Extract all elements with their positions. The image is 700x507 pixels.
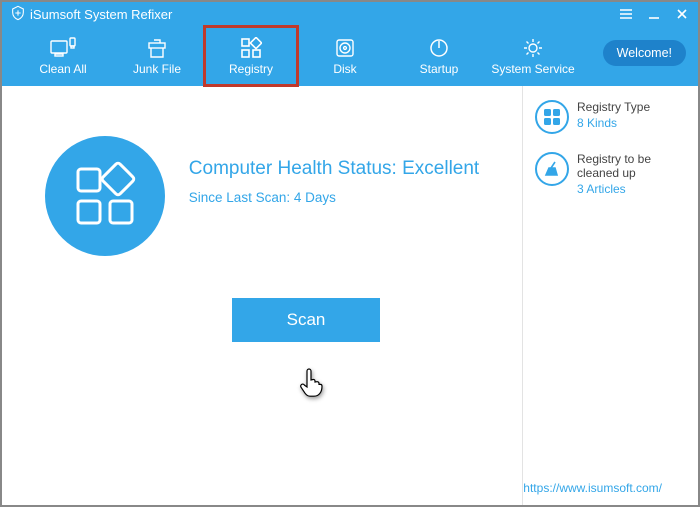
- close-icon[interactable]: [674, 6, 690, 22]
- nav-system-service[interactable]: System Service: [486, 26, 580, 86]
- navbar: Clean All Junk File Registry: [2, 26, 698, 86]
- window-controls: [618, 6, 690, 22]
- titlebar: iSumsoft System Refixer: [2, 2, 698, 26]
- system-service-icon: [522, 36, 544, 60]
- menu-icon[interactable]: [618, 6, 634, 22]
- status-block: Computer Health Status: Excellent Since …: [45, 136, 479, 256]
- cursor-hand-icon: [298, 368, 324, 403]
- clean-all-icon: [50, 36, 76, 60]
- side-value[interactable]: 8 Kinds: [577, 116, 650, 130]
- minimize-icon[interactable]: [646, 6, 662, 22]
- shield-icon: [10, 5, 26, 24]
- welcome-button[interactable]: Welcome!: [603, 40, 686, 66]
- main-pane: Computer Health Status: Excellent Since …: [2, 86, 522, 505]
- side-title: Registry to be cleaned up: [577, 152, 686, 180]
- nav-startup[interactable]: Startup: [392, 26, 486, 86]
- nav-label: Clean All: [39, 62, 86, 76]
- side-title: Registry Type: [577, 100, 650, 114]
- nav-junk-file[interactable]: Junk File: [110, 26, 204, 86]
- nav-label: Disk: [333, 62, 356, 76]
- junk-file-icon: [146, 36, 168, 60]
- side-item-to-clean: Registry to be cleaned up 3 Articles: [535, 152, 686, 196]
- nav-registry[interactable]: Registry: [204, 26, 298, 86]
- nav-disk[interactable]: Disk: [298, 26, 392, 86]
- startup-icon: [428, 36, 450, 60]
- nav-clean-all[interactable]: Clean All: [16, 26, 110, 86]
- header: iSumsoft System Refixer: [2, 2, 698, 86]
- status-subtext: Since Last Scan: 4 Days: [189, 190, 479, 205]
- side-value[interactable]: 3 Articles: [577, 182, 686, 196]
- scan-button[interactable]: Scan: [232, 298, 380, 342]
- app-title-text: iSumsoft System Refixer: [30, 7, 172, 22]
- registry-icon: [240, 36, 262, 60]
- disk-icon: [334, 36, 356, 60]
- footer-link[interactable]: https://www.isumsoft.com/: [523, 481, 662, 495]
- side-item-registry-type: Registry Type 8 Kinds: [535, 100, 686, 134]
- nav-label: Startup: [420, 62, 459, 76]
- nav-label: Registry: [229, 62, 273, 76]
- broom-icon: [535, 152, 569, 186]
- grid-icon: [535, 100, 569, 134]
- nav-label: System Service: [491, 62, 574, 76]
- app-title: iSumsoft System Refixer: [10, 5, 172, 24]
- nav-label: Junk File: [133, 62, 181, 76]
- app-window: iSumsoft System Refixer: [0, 0, 700, 507]
- sidebar: Registry Type 8 Kinds Registry to be cle…: [522, 86, 698, 505]
- body: Computer Health Status: Excellent Since …: [2, 86, 698, 505]
- status-heading: Computer Health Status: Excellent: [189, 158, 479, 180]
- status-circle-icon: [45, 136, 165, 256]
- status-text: Computer Health Status: Excellent Since …: [189, 136, 479, 205]
